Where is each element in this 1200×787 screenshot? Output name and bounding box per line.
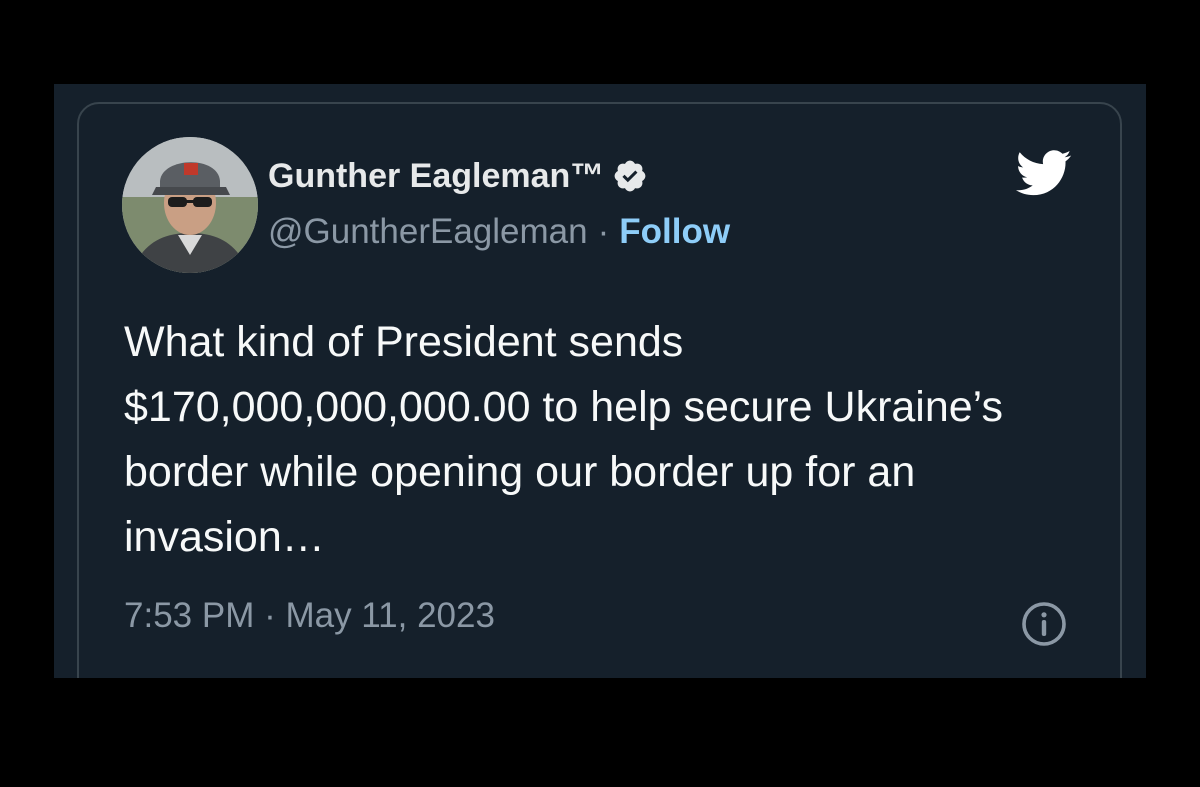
avatar-photo (122, 137, 258, 273)
author-name-row: Gunther Eagleman™ (268, 154, 648, 198)
verified-badge-icon (614, 160, 646, 192)
author-handle-row: @GuntherEagleman · Follow (268, 210, 730, 254)
tweet-timestamp[interactable]: 7:53 PM · May 11, 2023 (124, 596, 495, 636)
follow-button[interactable]: Follow (619, 212, 730, 252)
info-icon[interactable] (1020, 600, 1068, 648)
twitter-bird-icon[interactable] (1012, 144, 1076, 200)
tweet-text: What kind of President sends $170,000,00… (124, 318, 1003, 561)
author-display-name[interactable]: Gunther Eagleman™ (268, 157, 604, 196)
separator-dot: · (597, 212, 610, 251)
tweet-screenshot: Gunther Eagleman™ @GuntherEagleman · Fol… (54, 84, 1146, 678)
avatar[interactable] (122, 137, 258, 273)
image-frame: Gunther Eagleman™ @GuntherEagleman · Fol… (0, 0, 1200, 787)
author-handle[interactable]: @GuntherEagleman (268, 212, 588, 252)
